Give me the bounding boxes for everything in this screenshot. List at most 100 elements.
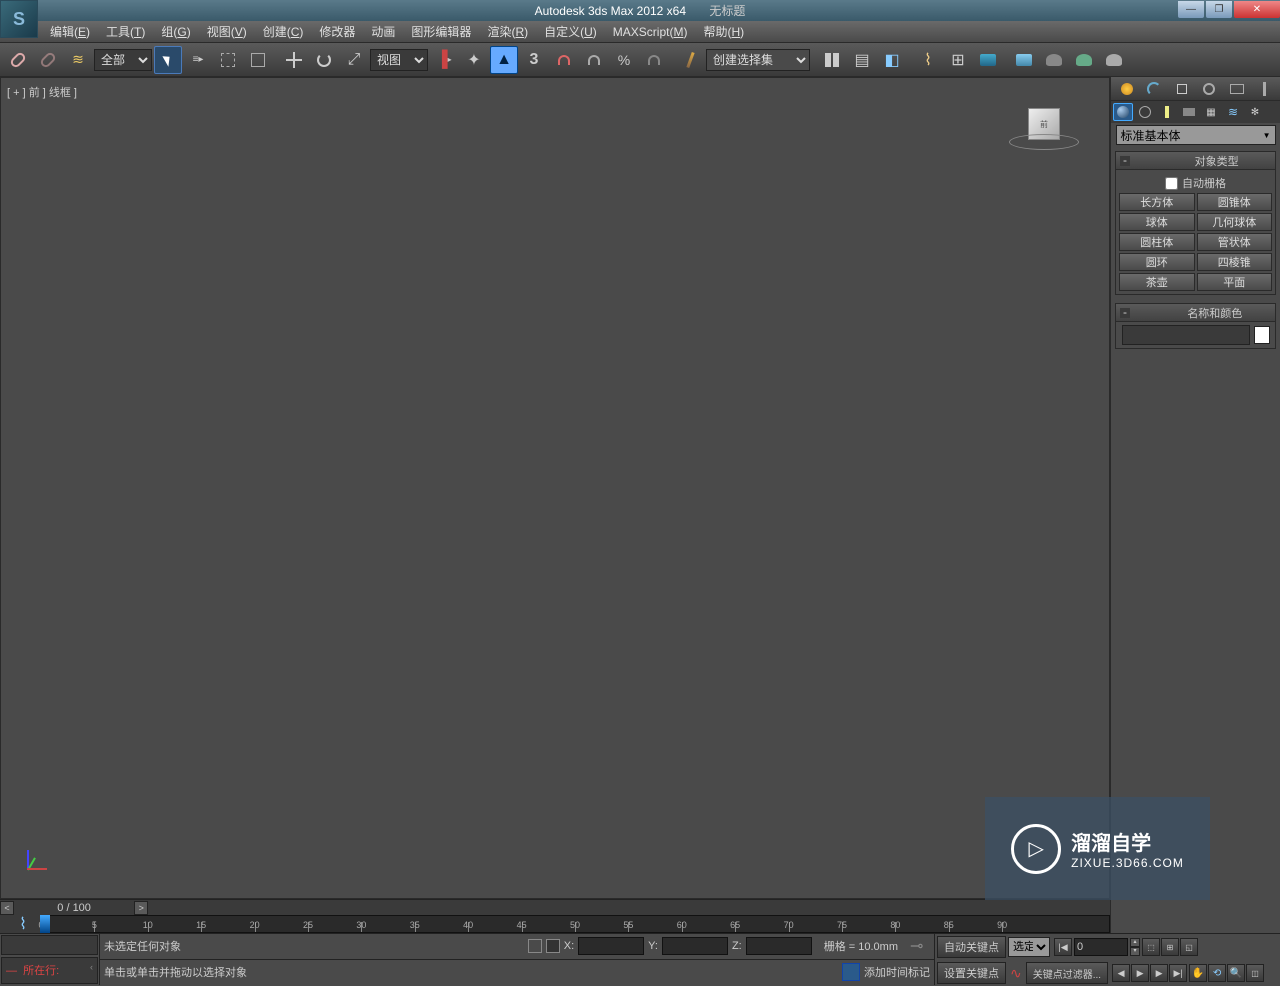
name-color-rollout-header[interactable]: - 名称和颜色	[1116, 304, 1275, 322]
primitive-button[interactable]: 圆环	[1119, 253, 1195, 271]
key-selected-select[interactable]: 选定对	[1008, 937, 1050, 957]
spacewarps-subtab[interactable]: ≋	[1223, 103, 1243, 121]
minimize-button[interactable]: —	[1178, 1, 1204, 18]
y-coord-input[interactable]	[662, 937, 728, 955]
timeline-next-button[interactable]: >	[134, 901, 148, 915]
motion-tab[interactable]	[1198, 79, 1220, 99]
select-rectangle-button[interactable]	[214, 46, 242, 74]
zoom-button[interactable]: 🔍	[1227, 964, 1245, 982]
rendered-frame-button[interactable]	[1040, 46, 1068, 74]
primitive-button[interactable]: 球体	[1119, 213, 1195, 231]
display-tab[interactable]	[1226, 79, 1248, 99]
rotate-button[interactable]	[310, 46, 338, 74]
snap-toggle-3-button[interactable]: 3	[520, 46, 548, 74]
autogrid-checkbox[interactable]	[1165, 177, 1178, 190]
arc-rotate-button[interactable]: ⟲	[1208, 964, 1226, 982]
material-editor-button[interactable]	[974, 46, 1002, 74]
primitive-button[interactable]: 长方体	[1119, 193, 1195, 211]
render-iterative-button[interactable]	[1100, 46, 1128, 74]
utilities-tab[interactable]	[1253, 79, 1275, 99]
zoom-extents-button[interactable]: ⬚	[1142, 938, 1160, 956]
x-coord-input[interactable]	[578, 937, 644, 955]
primitive-button[interactable]: 四棱锥	[1197, 253, 1273, 271]
frame-counter[interactable]: 0 / 100	[14, 902, 134, 914]
mirror-button[interactable]	[818, 46, 846, 74]
next-frame-button[interactable]: ▶	[1150, 964, 1168, 982]
render-production-button[interactable]	[1070, 46, 1098, 74]
menu-U[interactable]: 自定义(U)	[536, 21, 605, 42]
select-object-button[interactable]	[154, 46, 182, 74]
menu-E[interactable]: 编辑(E)	[42, 21, 98, 42]
field-of-view-button[interactable]: ◫	[1246, 964, 1264, 982]
play-button[interactable]: ▶	[1131, 964, 1149, 982]
goto-start-button[interactable]: |◀	[1054, 938, 1072, 956]
layer-manager-button[interactable]: ◧	[878, 46, 906, 74]
edit-named-sel-button[interactable]	[640, 46, 668, 74]
object-type-rollout-header[interactable]: - 对象类型	[1116, 152, 1275, 170]
primitive-button[interactable]: 茶壶	[1119, 273, 1195, 291]
menu-图形编辑器[interactable]: 图形编辑器	[403, 21, 479, 42]
prev-frame-button[interactable]: ◀	[1112, 964, 1130, 982]
spinner-snap-button[interactable]: %	[610, 46, 638, 74]
app-menu-button[interactable]: S	[0, 0, 38, 38]
maximize-viewport-button[interactable]: ◱	[1180, 938, 1198, 956]
select-by-name-button[interactable]: ≡▸	[184, 46, 212, 74]
key-filters-button[interactable]: 关键点过滤器...	[1026, 962, 1108, 984]
hierarchy-tab[interactable]	[1171, 79, 1193, 99]
systems-subtab[interactable]: ✻	[1245, 103, 1265, 121]
isolate-toggle-button[interactable]	[546, 939, 560, 953]
menu-修改器[interactable]: 修改器	[311, 21, 363, 42]
keyboard-shortcut-override-button[interactable]: ▲	[490, 46, 518, 74]
current-frame-input[interactable]	[1074, 938, 1128, 956]
menu-M[interactable]: MAXScript(M)	[605, 23, 696, 41]
shapes-subtab[interactable]	[1135, 103, 1155, 121]
key-icon[interactable]: ⊸	[910, 936, 930, 956]
menu-G[interactable]: 组(G)	[153, 21, 198, 42]
time-ruler[interactable]: 051015202530354045505560657075808590	[40, 915, 1110, 933]
edit-selection-button[interactable]	[676, 46, 704, 74]
undo-redo-link-icon[interactable]	[4, 46, 32, 74]
object-color-swatch[interactable]	[1254, 326, 1270, 344]
select-window-crossing-button[interactable]	[244, 46, 272, 74]
pan-view-button[interactable]: ✋	[1189, 964, 1207, 982]
object-name-input[interactable]	[1122, 325, 1250, 345]
menu-H[interactable]: 帮助(H)	[695, 21, 752, 42]
named-selection-select[interactable]: 创建选择集	[706, 49, 810, 71]
frame-spinner[interactable]: ▴▾	[1130, 938, 1140, 956]
align-button[interactable]: ▤	[848, 46, 876, 74]
menu-V[interactable]: 视图(V)	[199, 21, 255, 42]
use-pivot-center-button[interactable]: ▐▸	[430, 46, 458, 74]
viewport-label[interactable]: [ + ] 前 ] 线框 ]	[7, 84, 77, 100]
move-button[interactable]	[280, 46, 308, 74]
close-button[interactable]: ✕	[1234, 1, 1280, 18]
selection-filter-select[interactable]: 全部	[94, 49, 152, 71]
reference-coord-select[interactable]: 视图	[370, 49, 428, 71]
goto-end-button[interactable]: ▶|	[1169, 964, 1187, 982]
menu-C[interactable]: 创建(C)	[255, 21, 312, 42]
primitive-button[interactable]: 圆柱体	[1119, 233, 1195, 251]
geometry-subtab[interactable]	[1113, 103, 1133, 121]
add-time-tag-button[interactable]	[842, 963, 860, 981]
viewcube-compass[interactable]	[1009, 134, 1079, 150]
menu-T[interactable]: 工具(T)	[98, 21, 153, 42]
timeline-prev-button[interactable]: <	[0, 901, 14, 915]
primitive-button[interactable]: 圆锥体	[1197, 193, 1273, 211]
render-setup-button[interactable]	[1010, 46, 1038, 74]
create-tab[interactable]	[1116, 79, 1138, 99]
curve-editor-button[interactable]: ⌇	[914, 46, 942, 74]
angle-snap-button[interactable]	[550, 46, 578, 74]
primitive-button[interactable]: 平面	[1197, 273, 1273, 291]
modify-tab[interactable]	[1143, 79, 1165, 99]
viewcube[interactable]: 前	[1009, 108, 1079, 158]
lights-subtab[interactable]	[1157, 103, 1177, 121]
scale-button[interactable]: ⤢	[340, 46, 368, 74]
schematic-view-button[interactable]: ⊞	[944, 46, 972, 74]
zoom-extents-all-button[interactable]: ⊞	[1161, 938, 1179, 956]
menu-R[interactable]: 渲染(R)	[479, 21, 536, 42]
primitive-button[interactable]: 几何球体	[1197, 213, 1273, 231]
time-slider[interactable]: ⌇ 051015202530354045505560657075808590	[0, 915, 1110, 933]
set-key-button[interactable]: 设置关键点	[937, 962, 1006, 984]
cameras-subtab[interactable]	[1179, 103, 1199, 121]
bind-spacewarp-icon[interactable]: ≋	[64, 46, 92, 74]
category-select[interactable]: 标准基本体	[1116, 125, 1276, 145]
